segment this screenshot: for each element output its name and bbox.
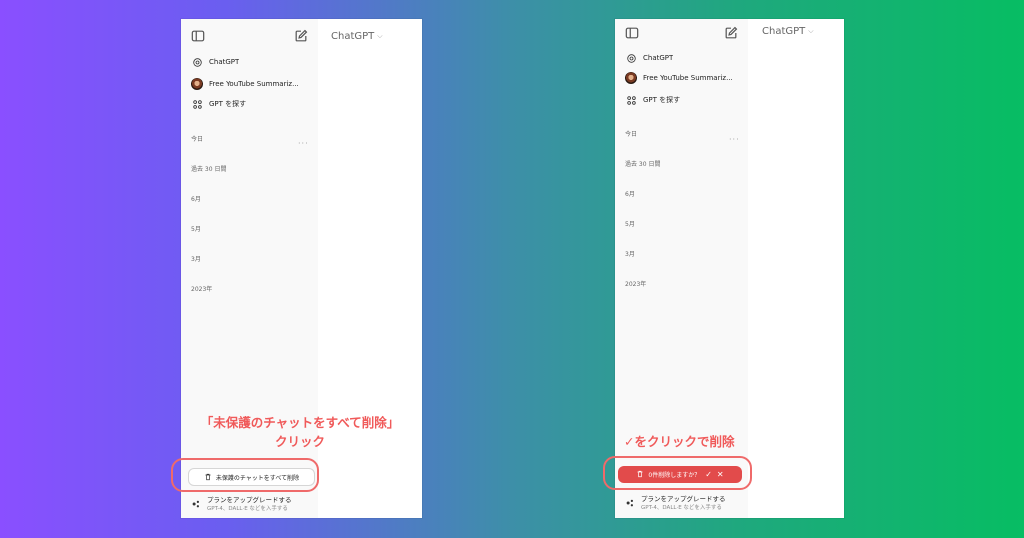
section-may: 5月 [191, 226, 201, 233]
section-today: 今日 [191, 136, 204, 143]
right-highlight-outline [603, 456, 752, 490]
chevron-down-icon: ⌵ [377, 32, 383, 40]
sidebar-item-explore-gpts[interactable]: GPT を探す [625, 92, 740, 108]
right-caption-line1: ✓をクリックで削除 [624, 434, 735, 449]
sidebar-toggle-icon[interactable] [625, 26, 639, 40]
model-selector-label: ChatGPT [331, 31, 375, 42]
section-last-30-days: 過去 30 日間 [625, 161, 661, 168]
gpt-avatar [625, 72, 637, 84]
upgrade-title: プランをアップグレードする [641, 495, 726, 503]
sidebar-item-youtube-summarizer[interactable]: Free YouTube Summariz... [191, 76, 310, 92]
grid-icon [625, 94, 637, 106]
left-instruction-caption: 「未保護のチャットをすべて削除」 クリック [195, 412, 405, 450]
sidebar-topbar [625, 26, 738, 42]
upgrade-subtitle: GPT-4、DALL·E などを入手する [207, 506, 288, 512]
sidebar-item-label: GPT を探す [643, 96, 681, 104]
grid-icon [191, 98, 203, 110]
right-instruction-caption: ✓をクリックで削除 [624, 431, 734, 450]
sidebar-item-youtube-summarizer[interactable]: Free YouTube Summariz... [625, 70, 740, 86]
sparkle-icon [626, 499, 633, 507]
sidebar-item-label: ChatGPT [209, 58, 240, 66]
sidebar-item-label: ChatGPT [643, 54, 674, 62]
model-selector[interactable]: ChatGPT ⌵ [762, 26, 814, 37]
chevron-down-icon: ⌵ [808, 27, 814, 35]
left-caption-line1: 「未保護のチャットをすべて削除」 [200, 415, 400, 430]
sidebar-item-label: GPT を探す [209, 100, 247, 108]
sidebar-item-explore-gpts[interactable]: GPT を探す [191, 96, 310, 112]
section-march: 3月 [191, 256, 201, 263]
openai-logo-icon [625, 52, 637, 64]
section-today: 今日 [625, 131, 638, 138]
sidebar-item-label: Free YouTube Summariz... [209, 80, 299, 88]
more-options-icon[interactable]: ··· [729, 135, 740, 144]
openai-logo-icon [191, 56, 203, 68]
sidebar-topbar [191, 29, 308, 45]
upgrade-plan-item[interactable]: プランをアップグレードする GPT-4、DALL·E などを入手する [191, 493, 312, 515]
sparkle-icon [192, 500, 199, 508]
section-march: 3月 [625, 251, 635, 258]
more-options-icon[interactable]: ··· [298, 139, 309, 148]
upgrade-plan-item[interactable]: プランをアップグレードする GPT-4、DALL·E などを入手する [625, 492, 742, 514]
sidebar-item-label: Free YouTube Summariz... [643, 74, 733, 82]
section-last-30-days: 過去 30 日間 [191, 166, 227, 173]
section-june: 6月 [191, 196, 201, 203]
new-chat-icon[interactable] [724, 26, 738, 40]
model-selector[interactable]: ChatGPT ⌵ [331, 31, 383, 42]
new-chat-icon[interactable] [294, 29, 308, 43]
upgrade-subtitle: GPT-4、DALL·E などを入手する [641, 505, 722, 511]
sidebar-toggle-icon[interactable] [191, 29, 205, 43]
left-highlight-outline [171, 458, 319, 492]
sidebar-item-chatgpt[interactable]: ChatGPT [625, 50, 740, 66]
section-may: 5月 [625, 221, 635, 228]
left-caption-line2: クリック [274, 434, 325, 449]
section-june: 6月 [625, 191, 635, 198]
model-selector-label: ChatGPT [762, 26, 806, 37]
gpt-avatar [191, 78, 203, 90]
sidebar-item-chatgpt[interactable]: ChatGPT [191, 54, 310, 70]
section-2023: 2023年 [191, 286, 213, 293]
section-2023: 2023年 [625, 281, 647, 288]
upgrade-title: プランをアップグレードする [207, 496, 292, 504]
